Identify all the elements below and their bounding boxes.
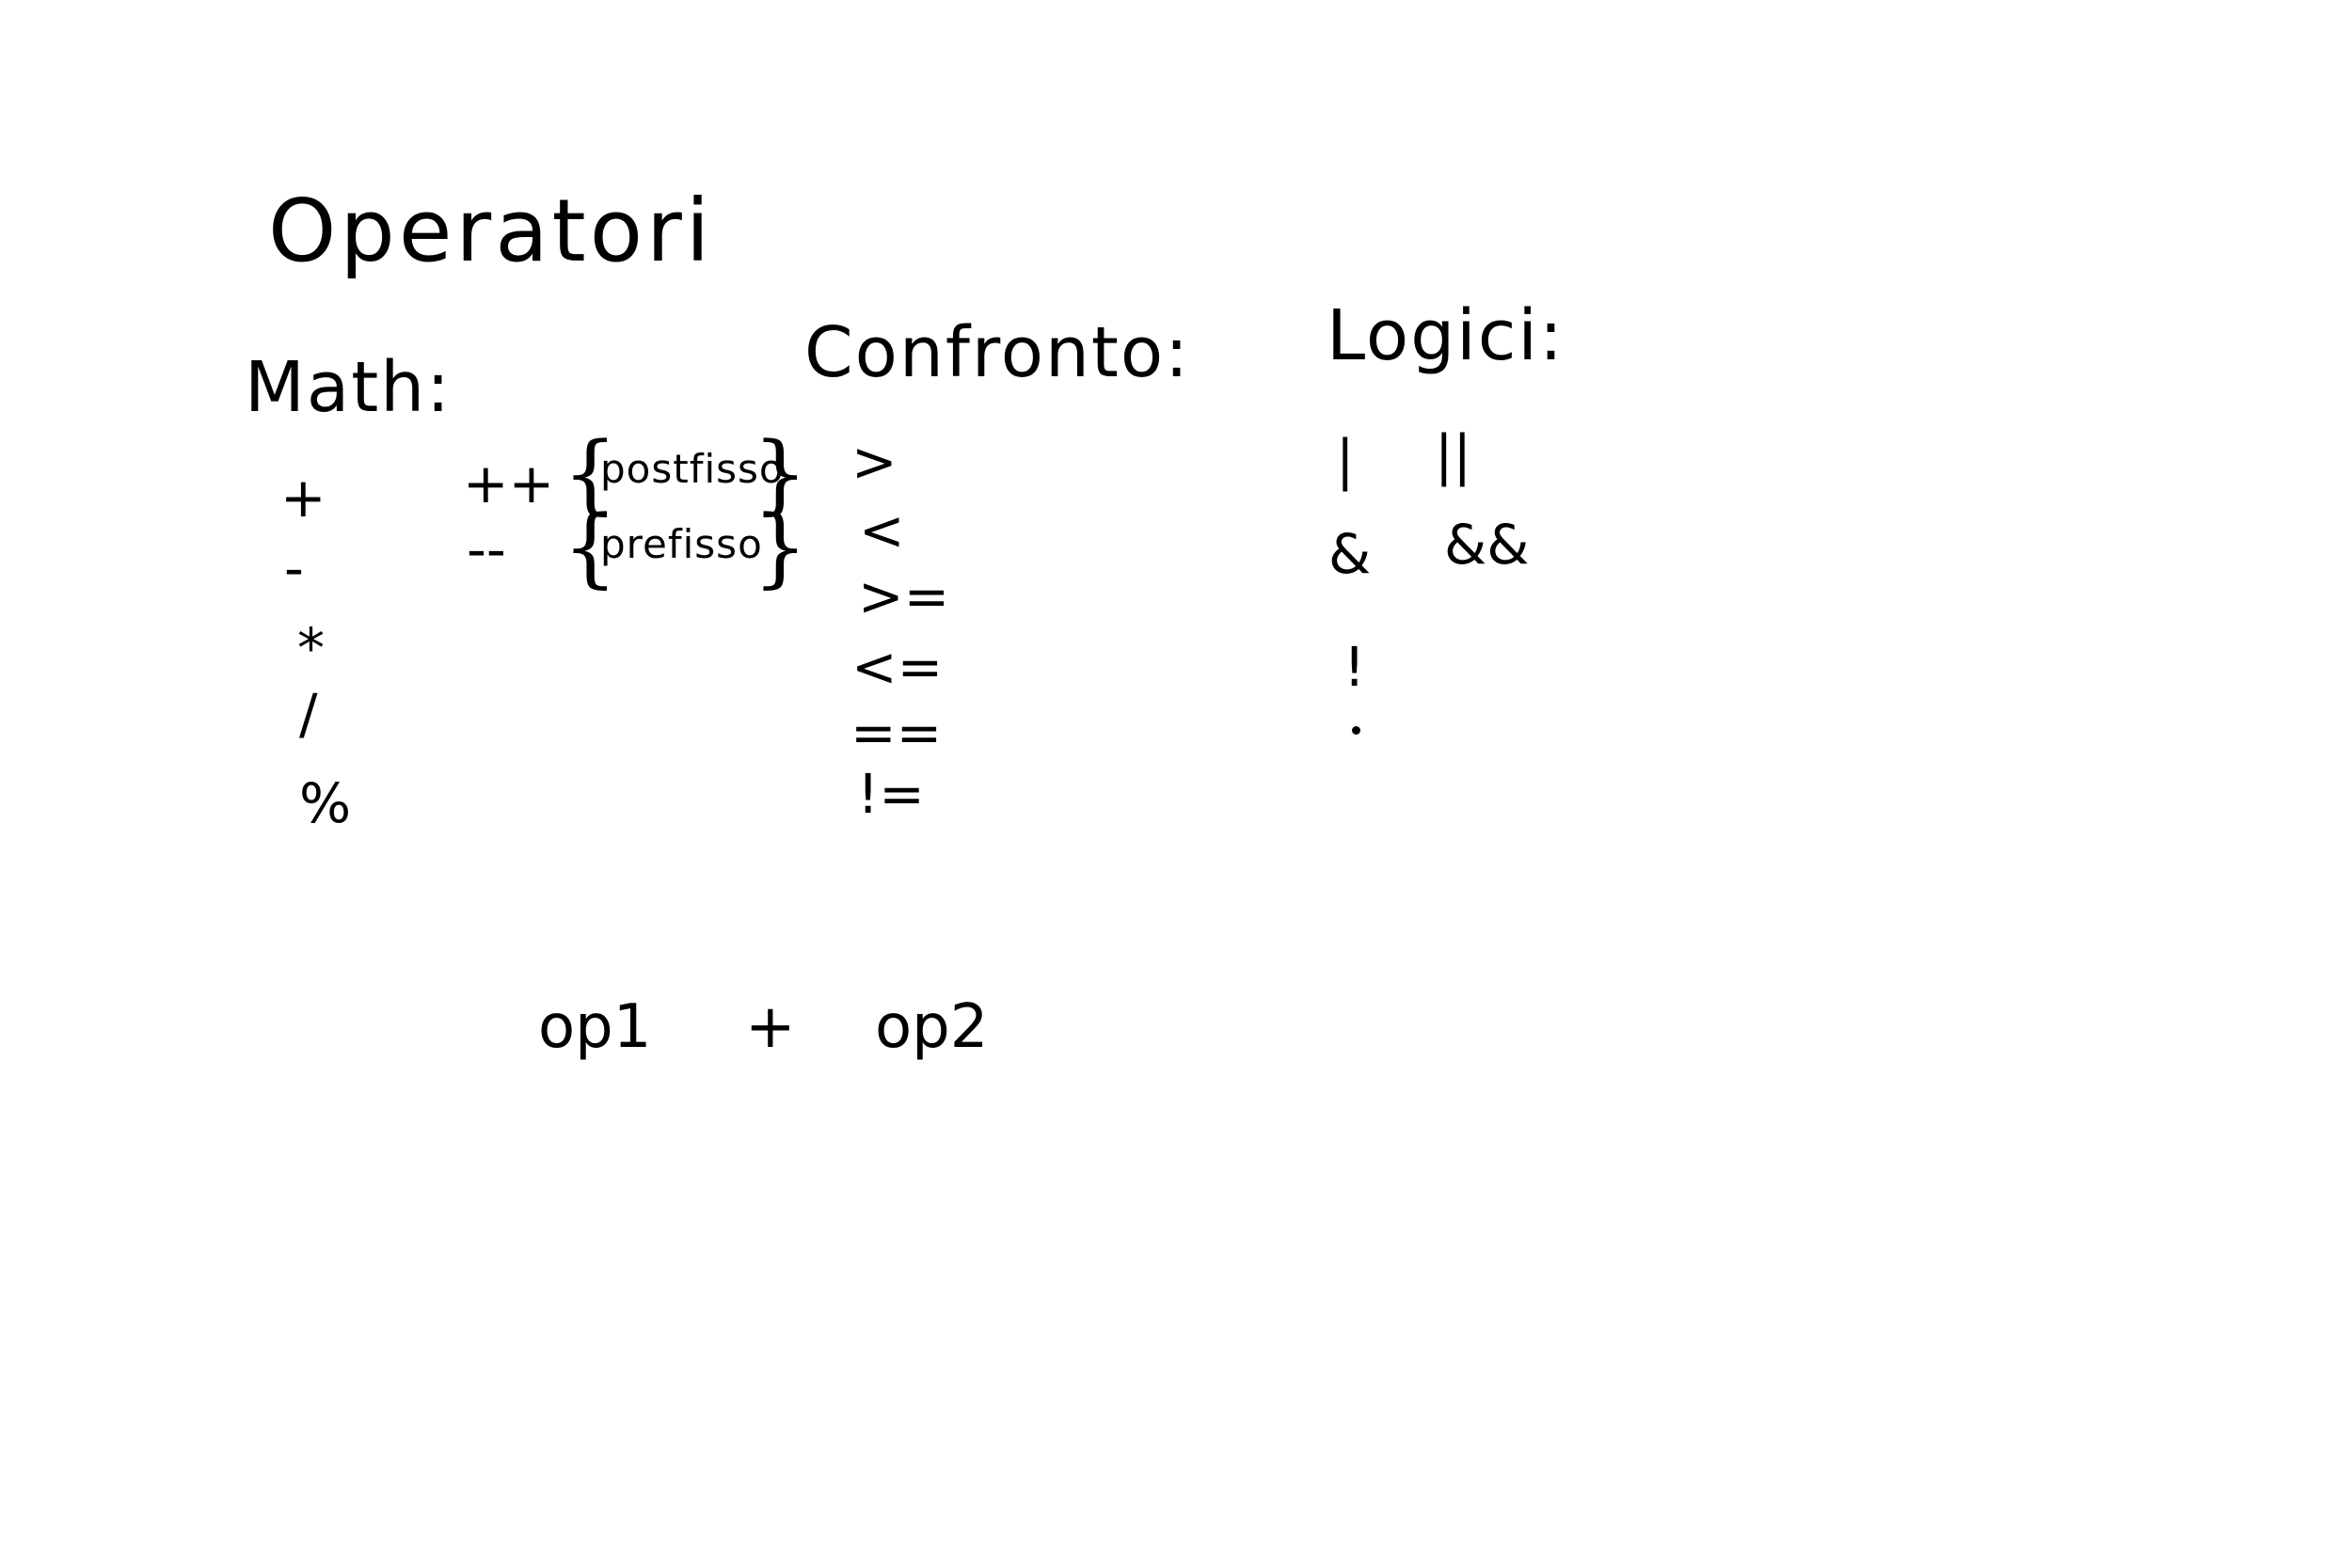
expression-right-operand: op2 — [875, 992, 989, 1062]
prefix-note: prefisso — [600, 521, 763, 567]
expression-operator: + — [745, 992, 796, 1062]
comparison-less-than: < — [859, 499, 905, 562]
dot-mark — [1352, 726, 1360, 735]
logical-short-circuit-or: || — [1435, 423, 1472, 487]
comparison-not-equal: != — [857, 762, 925, 826]
logici-heading: Logici: — [1327, 295, 1565, 376]
math-operator-minus: - — [284, 536, 304, 600]
comparison-greater-than: > — [851, 430, 898, 494]
whiteboard-canvas: Operatori Math: + - * / % ++ -- { { post… — [0, 0, 2352, 1568]
comparison-equal: == — [850, 701, 943, 765]
logical-and: & — [1328, 522, 1372, 586]
logical-short-circuit-and: && — [1444, 513, 1530, 577]
confronto-heading: Confronto: — [804, 312, 1191, 393]
logical-not: ! — [1343, 635, 1366, 699]
comparison-greater-equal: >= — [858, 564, 950, 628]
math-operator-multiply: * — [297, 616, 325, 680]
math-operator-divide: / — [299, 682, 318, 746]
decrement-operator: -- — [467, 517, 506, 581]
expression-left-operand: op1 — [538, 992, 652, 1062]
math-operator-modulo: % — [299, 771, 352, 835]
comparison-less-equal: <= — [851, 635, 944, 699]
page-title: Operatori — [268, 181, 714, 281]
logical-or: | — [1336, 428, 1355, 492]
math-operator-plus: + — [280, 466, 326, 530]
right-brace-bottom-icon: } — [753, 497, 808, 597]
math-heading: Math: — [245, 347, 453, 428]
increment-operator: ++ — [463, 451, 555, 515]
